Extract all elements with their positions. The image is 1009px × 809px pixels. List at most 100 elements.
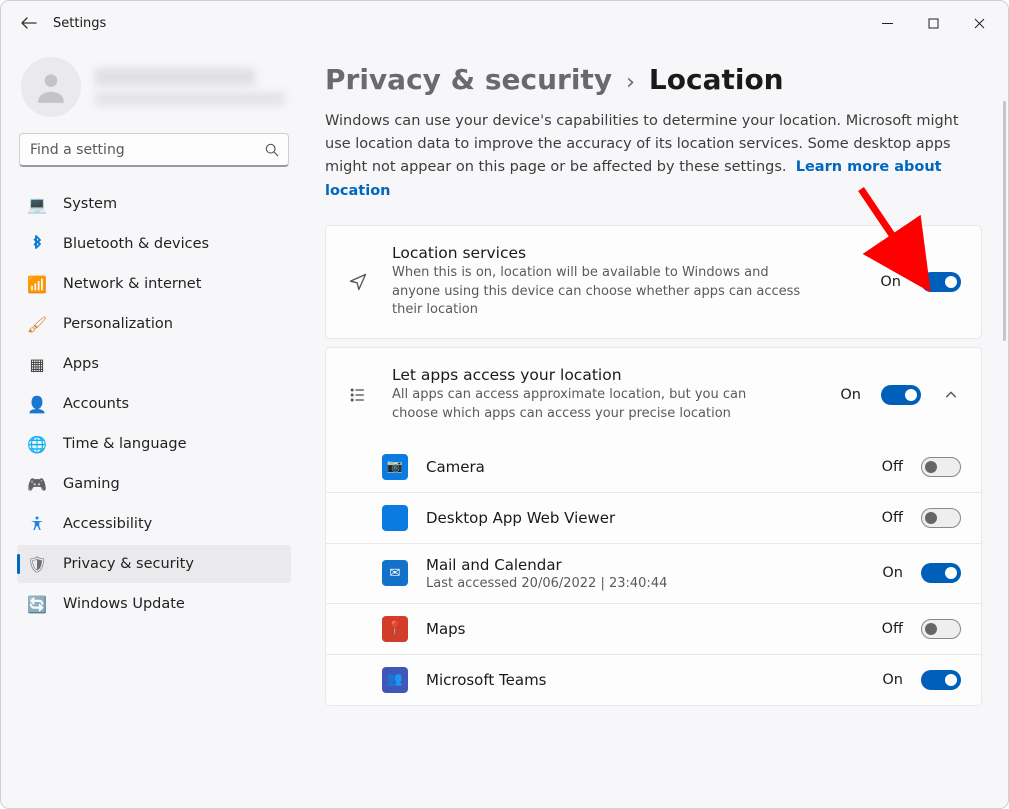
sidebar-item-accounts[interactable]: 👤 Accounts — [17, 385, 291, 423]
sidebar-item-apps[interactable]: ▦ Apps — [17, 345, 291, 383]
nav-icon: 🖌 — [27, 314, 47, 334]
nav-label: Personalization — [63, 316, 173, 332]
app-subtext: Last accessed 20/06/2022 | 23:40:44 — [426, 576, 855, 591]
list-icon — [344, 385, 372, 405]
nav-label: Accessibility — [63, 516, 152, 532]
app-toggle[interactable] — [921, 457, 961, 477]
avatar — [21, 57, 81, 117]
back-button[interactable] — [13, 7, 45, 39]
app-row-camera[interactable]: 📷 Camera Off — [326, 442, 981, 492]
nav-icon: 🎮 — [27, 474, 47, 494]
app-row-microsoft-teams[interactable]: 👥 Microsoft Teams On — [326, 654, 981, 705]
app-row-maps[interactable]: 📍 Maps Off — [326, 603, 981, 654]
chevron-up-icon — [944, 388, 958, 402]
location-services-row[interactable]: Location services When this is on, locat… — [326, 226, 981, 339]
nav-icon: 🔄 — [27, 594, 47, 614]
app-toggle[interactable] — [921, 670, 961, 690]
location-services-card: Location services When this is on, locat… — [325, 225, 982, 340]
nav-icon: 🛡 — [27, 554, 47, 574]
search-icon — [265, 142, 279, 161]
app-name: Maps — [426, 620, 855, 638]
window-controls — [864, 7, 1002, 39]
nav-icon: ▦ — [27, 354, 47, 374]
nav-label: Gaming — [63, 476, 120, 492]
apps-access-card: Let apps access your location All apps c… — [325, 347, 982, 706]
nav-list: 💻 System Bluetooth & devices📶Network & int… — [17, 185, 291, 623]
app-icon — [382, 505, 408, 531]
apps-access-state: On — [831, 387, 861, 403]
apps-access-title: Let apps access your location — [392, 366, 811, 384]
app-icon: 📍 — [382, 616, 408, 642]
maximize-icon — [928, 18, 939, 29]
profile-area[interactable] — [17, 51, 291, 131]
sidebar-item-gaming[interactable]: 🎮 Gaming — [17, 465, 291, 503]
settings-window: Settings — [0, 0, 1009, 809]
content-pane: Privacy & security › Location Windows ca… — [303, 45, 1008, 808]
breadcrumb: Privacy & security › Location — [325, 63, 982, 96]
app-row-desktop-app-web-viewer[interactable]: Desktop App Web Viewer Off — [326, 492, 981, 543]
close-button[interactable] — [956, 7, 1002, 39]
nav-icon: 💻 — [27, 194, 47, 214]
app-name: Microsoft Teams — [426, 671, 855, 689]
app-icon: 👥 — [382, 667, 408, 693]
minimize-button[interactable] — [864, 7, 910, 39]
profile-name-blurred — [95, 68, 287, 106]
breadcrumb-current: Location — [649, 63, 784, 96]
nav-icon — [27, 514, 47, 534]
nav-label: Windows Update — [63, 596, 185, 612]
breadcrumb-separator: › — [626, 70, 635, 95]
sidebar-item-network-internet[interactable]: 📶Network & internet — [17, 265, 291, 303]
location-services-toggle[interactable] — [921, 272, 961, 292]
app-name: Desktop App Web Viewer — [426, 509, 855, 527]
nav-icon: 👤 — [27, 394, 47, 414]
maximize-button[interactable] — [910, 7, 956, 39]
app-icon: ✉ — [382, 560, 408, 586]
app-title: Settings — [53, 16, 106, 31]
app-name: Camera — [426, 458, 855, 476]
app-row-mail-and-calendar[interactable]: ✉ Mail and Calendar Last accessed 20/06/20… — [326, 543, 981, 603]
back-icon — [21, 15, 37, 31]
scrollbar[interactable] — [1003, 101, 1006, 341]
app-icon: 📷 — [382, 454, 408, 480]
app-toggle[interactable] — [921, 563, 961, 583]
sidebar-item-time-language[interactable]: 🌐 Time & language — [17, 425, 291, 463]
search-container — [19, 133, 289, 167]
minimize-icon — [882, 18, 893, 29]
sidebar-item-system[interactable]: 💻 System — [17, 185, 291, 223]
app-state: Off — [873, 621, 903, 637]
nav-label: Network & internet — [63, 276, 201, 292]
sidebar-item-bluetooth-devices[interactable]: Bluetooth & devices — [17, 225, 291, 263]
sidebar: 💻 System Bluetooth & devices📶Network & int… — [1, 45, 303, 808]
sidebar-item-windows-update[interactable]: 🔄 Windows Update — [17, 585, 291, 623]
sidebar-item-accessibility[interactable]: Accessibility — [17, 505, 291, 543]
nav-label: System — [63, 196, 117, 212]
nav-label: Privacy & security — [63, 556, 194, 572]
collapse-button[interactable] — [941, 388, 961, 402]
nav-label: Apps — [63, 356, 99, 372]
app-name: Mail and Calendar — [426, 556, 855, 574]
apps-access-row[interactable]: Let apps access your location All apps c… — [326, 348, 981, 442]
location-services-state: On — [871, 274, 901, 290]
sidebar-item-personalization[interactable]: 🖌 Personalization — [17, 305, 291, 343]
app-state: Off — [873, 510, 903, 526]
app-toggle[interactable] — [921, 508, 961, 528]
app-state: On — [873, 672, 903, 688]
nav-icon — [27, 234, 47, 254]
search-input[interactable] — [19, 133, 289, 167]
app-state: Off — [873, 459, 903, 475]
nav-label: Time & language — [63, 436, 187, 452]
sidebar-item-privacy-security[interactable]: 🛡 Privacy & security — [17, 545, 291, 583]
location-services-title: Location services — [392, 244, 851, 262]
apps-access-subtitle: All apps can access approximate location… — [392, 386, 772, 424]
location-icon — [344, 272, 372, 292]
location-services-subtitle: When this is on, location will be availa… — [392, 264, 802, 321]
nav-icon: 🌐 — [27, 434, 47, 454]
titlebar: Settings — [1, 1, 1008, 45]
app-state: On — [873, 565, 903, 581]
page-description: Windows can use your device's capabiliti… — [325, 110, 965, 203]
apps-access-toggle[interactable] — [881, 385, 921, 405]
close-icon — [974, 18, 985, 29]
app-toggle[interactable] — [921, 619, 961, 639]
breadcrumb-parent[interactable]: Privacy & security — [325, 63, 612, 96]
nav-label: Accounts — [63, 396, 129, 412]
